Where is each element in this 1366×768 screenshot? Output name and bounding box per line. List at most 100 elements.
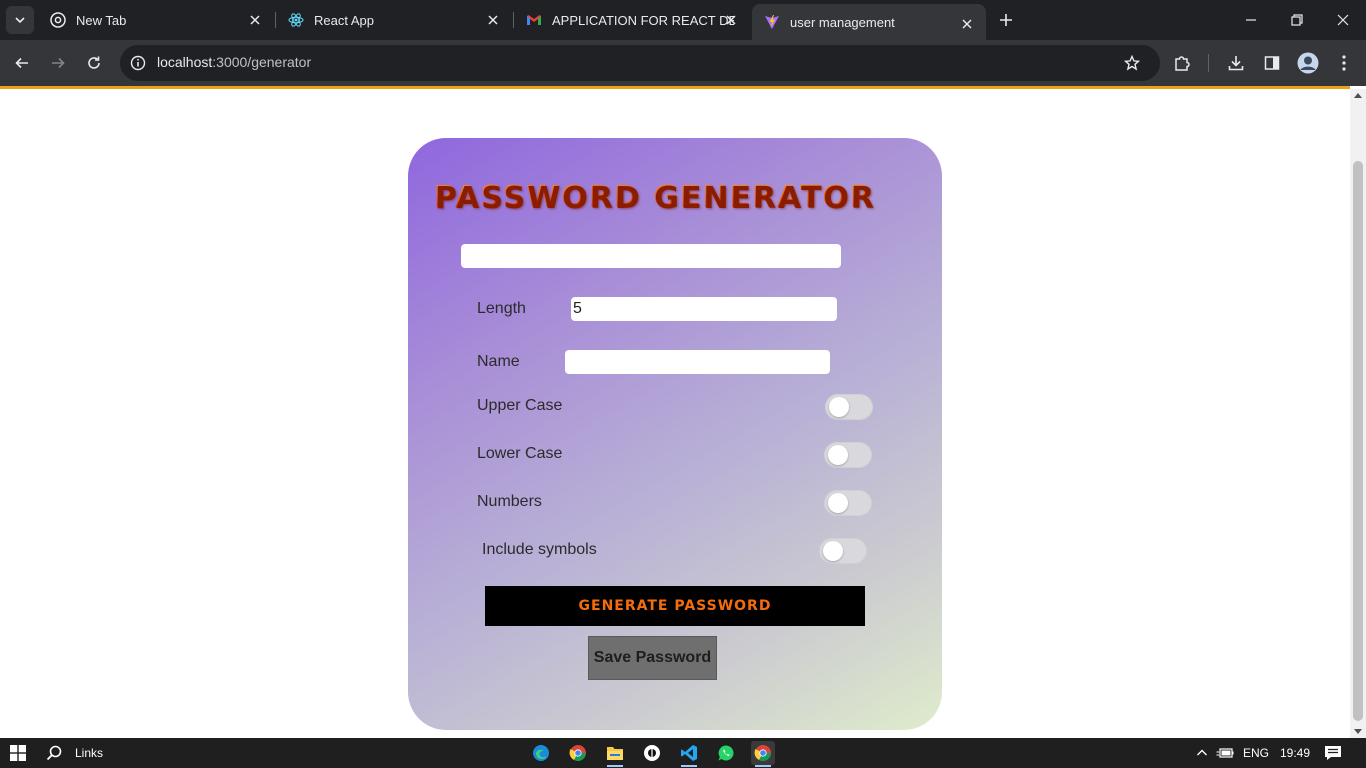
taskbar-chrome[interactable] [566,741,590,765]
tab-search-button[interactable] [6,6,34,34]
active-indicator [607,765,623,767]
avatar-icon [1297,52,1319,74]
symbols-toggle[interactable] [819,538,867,564]
vscode-icon [681,745,697,761]
battery-icon [1216,748,1234,758]
numbers-label: Numbers [477,493,542,510]
tab-title: APPLICATION FOR REACT DEVE [552,12,734,28]
close-window-button[interactable] [1320,0,1366,40]
plus-icon [1000,14,1012,26]
restore-icon [1291,14,1303,26]
toggle-knob [829,397,849,417]
numbers-toggle[interactable] [824,490,872,516]
taskbar-chrome-active[interactable] [751,741,775,765]
side-panel-icon [1264,56,1280,70]
search-button[interactable] [42,741,66,765]
profile-avatar[interactable] [1294,49,1322,77]
forward-button[interactable] [44,49,72,77]
reload-icon [88,56,100,69]
arrow-left-icon [15,57,28,69]
taskbar-file-explorer[interactable] [603,741,627,765]
more-vertical-icon [1342,55,1346,71]
lowercase-label: Lower Case [477,445,563,462]
reload-button[interactable] [80,49,108,77]
scrollbar-thumb[interactable] [1353,161,1363,721]
new-tab-button[interactable] [994,8,1018,32]
close-icon[interactable] [724,13,738,27]
search-icon [46,745,62,761]
scroll-up-arrow-icon[interactable] [1354,93,1362,98]
notification-center-button[interactable] [1321,741,1345,765]
notification-icon [1325,746,1341,760]
edge-icon [533,745,549,761]
app-circle-icon [644,745,660,761]
uppercase-label: Upper Case [477,397,563,414]
chrome-icon [754,745,771,761]
toggle-knob [828,493,848,513]
close-icon[interactable] [960,17,974,31]
address-bar[interactable]: localhost:3000/generator [120,45,1160,81]
tab-new-tab[interactable]: New Tab [38,0,274,40]
chevron-up-icon [1197,749,1207,756]
save-password-button[interactable]: Save Password [588,636,717,680]
downloads-button[interactable] [1222,49,1250,77]
taskbar-search-label[interactable]: Links [75,746,103,760]
minimize-button[interactable] [1228,0,1274,40]
chrome-icon [569,745,586,761]
generated-password-field[interactable] [461,244,841,268]
restore-button[interactable] [1274,0,1320,40]
site-info-icon[interactable] [128,53,148,73]
length-input[interactable] [571,297,837,321]
scroll-down-arrow-icon[interactable] [1354,729,1362,734]
side-panel-button[interactable] [1258,49,1286,77]
tab-react-app[interactable]: React App [276,0,512,40]
url-path: :3000/generator [212,54,312,70]
tray-network-battery[interactable] [1213,741,1237,765]
taskbar-vscode[interactable] [677,741,701,765]
page-scrollbar[interactable] [1350,89,1366,738]
tab-title: user management [790,14,895,30]
start-button[interactable] [6,741,30,765]
page-title: PASSWORD GENERATOR [434,180,876,215]
lowercase-toggle[interactable] [824,442,872,468]
close-icon[interactable] [248,13,262,27]
toggle-knob [823,541,843,561]
symbols-label: Include symbols [482,541,597,558]
uppercase-toggle[interactable] [825,394,873,420]
bookmark-star-icon[interactable] [1122,53,1142,73]
name-input[interactable] [565,350,830,374]
back-button[interactable] [8,49,36,77]
language-indicator[interactable]: ENG [1243,746,1269,760]
generate-password-button[interactable]: GENERATE PASSWORD [485,586,865,626]
chevron-down-icon [15,17,25,24]
arrow-right-icon [52,57,65,69]
windows-taskbar: Links ENG 19:49 [0,738,1366,768]
extensions-button[interactable] [1168,49,1196,77]
url-text: localhost:3000/generator [157,54,311,70]
tab-gmail[interactable]: APPLICATION FOR REACT DEVE [514,0,750,40]
gmail-icon [526,12,542,28]
taskbar-edge[interactable] [529,741,553,765]
browser-tab-strip: New Tab React App APPLICATION FOR REACT … [0,0,1366,40]
active-indicator [681,765,697,767]
tray-overflow-button[interactable] [1190,741,1214,765]
browser-menu-button[interactable] [1330,49,1358,77]
page-viewport: PASSWORD GENERATOR Length Name Upper Cas… [0,89,1350,738]
name-label: Name [477,353,520,370]
close-icon [1337,14,1349,26]
close-icon[interactable] [486,13,500,27]
taskbar-whatsapp[interactable] [714,741,738,765]
browser-toolbar: localhost:3000/generator [0,40,1366,86]
folder-icon [607,747,623,760]
toolbar-divider [1208,54,1209,72]
toggle-knob [828,445,848,465]
download-icon [1228,56,1244,71]
whatsapp-icon [718,745,734,761]
minimize-icon [1246,19,1256,21]
taskbar-app-dark[interactable] [640,741,664,765]
tab-user-management[interactable]: user management [752,4,986,40]
url-host: localhost [157,54,213,70]
puzzle-icon [1175,56,1190,71]
system-clock[interactable]: 19:49 [1280,746,1310,760]
react-icon [288,12,304,28]
